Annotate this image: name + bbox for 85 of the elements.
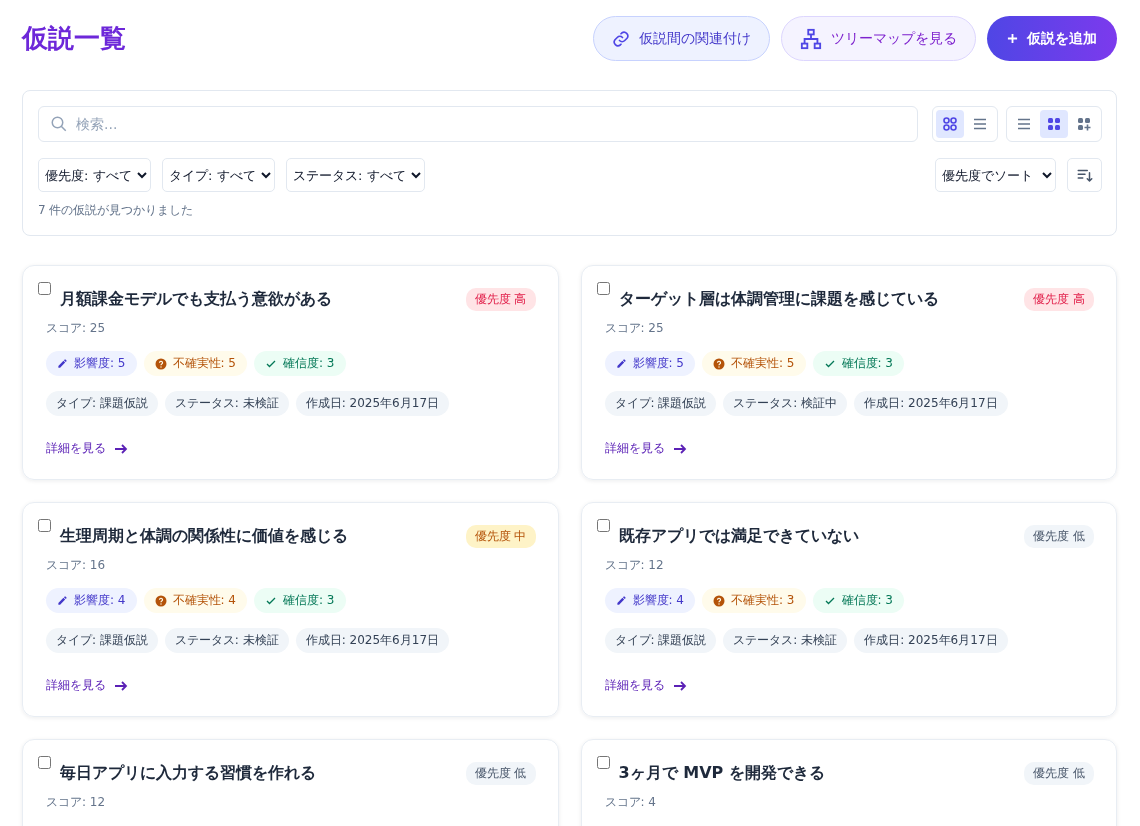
priority-badge: 優先度 高 — [1024, 288, 1094, 311]
metric-tag: 確信度: 3 — [812, 588, 904, 613]
hypothesis-title: 生理周期と体調の関係性に価値を感じる — [60, 526, 349, 547]
select-checkbox[interactable] — [38, 519, 51, 532]
question-icon — [154, 594, 167, 607]
list-icon — [972, 116, 988, 132]
info-tag: ステータス: 検証中 — [723, 391, 848, 416]
search-field[interactable]: 検索... — [38, 106, 918, 142]
hypothesis-title: 3ヶ月で MVP を開発できる — [618, 763, 826, 784]
metric-tag: 不確実性: 4 — [143, 588, 247, 613]
link-icon — [612, 29, 630, 48]
select-checkbox[interactable] — [596, 756, 610, 769]
metric-tag: 不確実性: 3 — [702, 588, 806, 613]
details-link[interactable]: 詳細を見る — [604, 440, 687, 457]
filter-dropdown[interactable]: 優先度: すべて — [38, 158, 151, 192]
score-text: スコア: 12 — [604, 557, 665, 574]
metric-tag: 影響度: 4 — [46, 588, 137, 613]
result-count: 7 件の仮説が見つかりました — [38, 202, 195, 219]
grid-icon — [1047, 117, 1061, 131]
grid-icon — [942, 116, 958, 132]
details-link[interactable]: 詳細を見る — [604, 677, 687, 694]
metric-tag: 影響度: 4 — [604, 588, 695, 613]
sort-dropdown[interactable]: 優先度でソート — [935, 158, 1056, 192]
tree-map-button[interactable]: ツリーマップを見る — [781, 16, 976, 61]
score-text: スコア: 12 — [46, 794, 107, 811]
page-title: 仮説一覧 — [22, 22, 126, 55]
arrow-right-icon — [114, 442, 128, 455]
select-checkbox[interactable] — [596, 282, 610, 295]
info-tag: 作成日: 2025年6月17日 — [854, 628, 1008, 653]
info-tag: 作成日: 2025年6月17日 — [854, 391, 1008, 416]
score-text: スコア: 25 — [46, 320, 107, 337]
metric-tag: 確信度: 3 — [812, 351, 904, 376]
pencil-icon — [615, 595, 627, 606]
question-icon — [154, 357, 167, 370]
add-hypothesis-button[interactable]: 仮説を追加 — [987, 16, 1117, 61]
priority-badge: 優先度 低 — [1024, 762, 1094, 785]
question-icon — [713, 594, 725, 607]
arrow-right-icon — [672, 679, 687, 692]
hierarchy-icon — [800, 27, 822, 50]
priority-badge: 優先度 低 — [1024, 525, 1094, 548]
info-tag: タイプ: 課題仮説 — [604, 628, 717, 653]
details-link[interactable]: 詳細を見る — [46, 440, 128, 457]
plus-icon — [1007, 33, 1018, 44]
metric-tag: 影響度: 5 — [604, 351, 695, 376]
priority-badge: 優先度 高 — [465, 288, 536, 311]
sort-order-button[interactable] — [1067, 158, 1102, 192]
select-checkbox[interactable] — [38, 282, 51, 295]
priority-badge: 優先度 中 — [465, 525, 536, 548]
select-checkbox[interactable] — [38, 756, 51, 769]
select-checkbox[interactable] — [596, 519, 610, 532]
details-link[interactable]: 詳細を見る — [46, 677, 128, 694]
pencil-icon — [615, 358, 627, 369]
arrow-right-icon — [114, 679, 128, 692]
metric-tag: 確信度: 3 — [254, 351, 346, 376]
hypothesis-title: ターゲット層は体調管理に課題を感じている — [618, 289, 940, 310]
question-icon — [713, 357, 725, 370]
info-tag: ステータス: 未検証 — [164, 391, 289, 416]
filter-dropdown[interactable]: タイプ: すべて — [162, 158, 275, 192]
list-icon — [1016, 116, 1032, 132]
info-tag: ステータス: 未検証 — [164, 628, 289, 653]
info-tag: タイプ: 課題仮説 — [46, 628, 158, 653]
info-tag: タイプ: 課題仮説 — [46, 391, 158, 416]
priority-badge: 優先度 低 — [465, 762, 536, 785]
link-hypotheses-button[interactable]: 仮説間の関連付け — [593, 16, 770, 61]
pencil-icon — [57, 595, 68, 606]
hypothesis-title: 毎日アプリに入力する習慣を作れる — [60, 763, 317, 784]
pencil-icon — [57, 358, 68, 369]
view-button[interactable] — [936, 110, 964, 138]
hypothesis-title: 月額課金モデルでも支払う意欲がある — [60, 289, 333, 310]
score-text: スコア: 16 — [46, 557, 107, 574]
hypothesis-title: 既存アプリでは満足できていない — [618, 526, 860, 547]
info-tag: タイプ: 課題仮説 — [604, 391, 717, 416]
layout-button[interactable] — [1040, 110, 1068, 138]
filter-dropdown[interactable]: ステータス: すべて — [286, 158, 425, 192]
metric-tag: 確信度: 3 — [254, 588, 346, 613]
info-tag: 作成日: 2025年6月17日 — [295, 628, 450, 653]
score-text: スコア: 25 — [604, 320, 665, 337]
score-text: スコア: 4 — [604, 794, 657, 811]
info-tag: ステータス: 未検証 — [723, 628, 848, 653]
metric-tag: 不確実性: 5 — [143, 351, 247, 376]
metric-tag: 影響度: 5 — [46, 351, 137, 376]
grid-plus-icon — [1077, 117, 1091, 131]
info-tag: 作成日: 2025年6月17日 — [295, 391, 450, 416]
metric-tag: 不確実性: 5 — [702, 351, 806, 376]
arrow-right-icon — [672, 442, 687, 455]
